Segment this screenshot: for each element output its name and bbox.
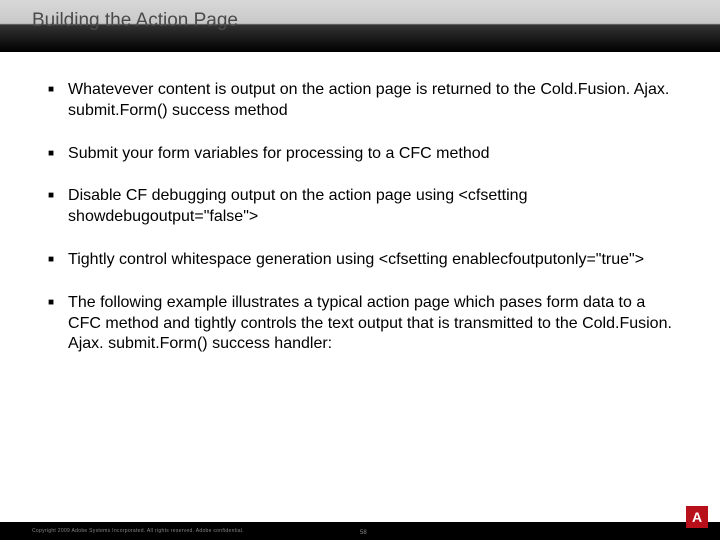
- bullet-text: Whatevever content is output on the acti…: [68, 80, 680, 122]
- adobe-logo: A: [686, 506, 708, 528]
- bullet-item: ■ Submit your form variables for process…: [48, 144, 680, 165]
- bullet-marker-icon: ■: [48, 293, 54, 313]
- bullet-marker-icon: ■: [48, 80, 54, 100]
- bullet-text: Tightly control whitespace generation us…: [68, 250, 644, 271]
- bullet-marker-icon: ■: [48, 250, 54, 270]
- bullet-item: ■ Disable CF debugging output on the act…: [48, 186, 680, 228]
- content-area: ■ Whatevever content is output on the ac…: [0, 52, 720, 355]
- bullet-text: Disable CF debugging output on the actio…: [68, 186, 680, 228]
- bullet-text: The following example illustrates a typi…: [68, 293, 680, 355]
- slide-number: 58: [360, 530, 367, 536]
- bullet-marker-icon: ■: [48, 144, 54, 164]
- bullet-text: Submit your form variables for processin…: [68, 144, 490, 165]
- slide-title: Building the Action Page: [32, 10, 720, 32]
- bullet-item: ■ The following example illustrates a ty…: [48, 293, 680, 355]
- footer-bar: Copyright 2009 Adobe Systems Incorporate…: [0, 522, 720, 540]
- copyright-text: Copyright 2009 Adobe Systems Incorporate…: [32, 528, 244, 534]
- bullet-marker-icon: ■: [48, 186, 54, 206]
- bullet-item: ■ Tightly control whitespace generation …: [48, 250, 680, 271]
- title-bar: Building the Action Page: [0, 0, 720, 52]
- adobe-logo-icon: A: [692, 509, 702, 525]
- bullet-item: ■ Whatevever content is output on the ac…: [48, 80, 680, 122]
